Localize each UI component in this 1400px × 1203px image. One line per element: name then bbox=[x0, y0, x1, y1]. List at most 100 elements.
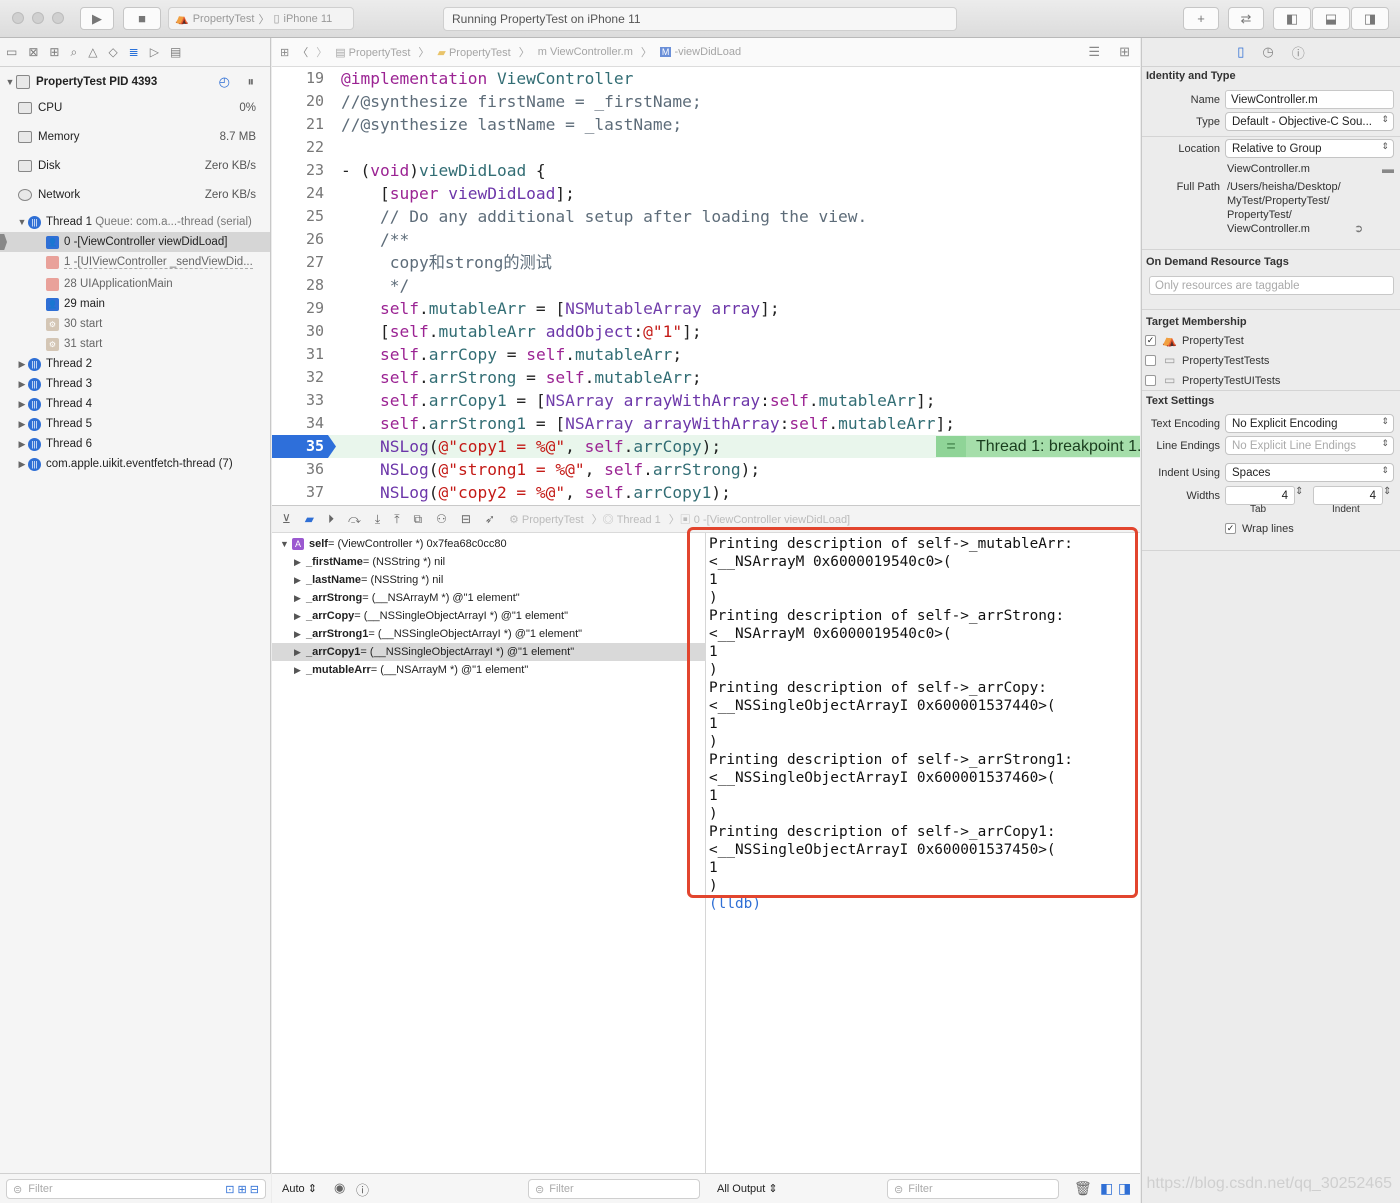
hide-debug-area-icon[interactable]: ⊻ bbox=[282, 512, 291, 526]
type-popup[interactable]: Default - Objective-C Sou... ⇕ bbox=[1225, 112, 1394, 131]
variable-row[interactable]: ▶ _lastName = (NSString *) nil bbox=[272, 571, 706, 589]
line-number[interactable]: 37 bbox=[272, 481, 324, 504]
reveal-arrow-icon[interactable]: ➲ bbox=[1354, 222, 1363, 235]
gauge-cpu[interactable]: CPU 0% bbox=[0, 98, 270, 118]
name-field[interactable]: ViewController.m bbox=[1225, 90, 1394, 109]
toggle-navigator-button[interactable]: ◧ bbox=[1273, 7, 1311, 30]
line-number[interactable]: 25 bbox=[272, 205, 324, 228]
test-icon[interactable]: ◇ bbox=[108, 45, 117, 59]
show-console-icon[interactable]: ◨ bbox=[1118, 1180, 1131, 1197]
code-line[interactable]: 28 */ bbox=[272, 274, 1140, 297]
code-line[interactable]: 29 self.mutableArr = [NSMutableArray arr… bbox=[272, 297, 1140, 320]
line-number[interactable]: 22 bbox=[272, 136, 324, 159]
location-popup[interactable]: Relative to Group ⇕ bbox=[1225, 139, 1394, 158]
disclosure-closed-icon[interactable]: ▶ bbox=[16, 439, 28, 450]
code-line[interactable]: 22 bbox=[272, 136, 1140, 159]
variables-filter-input[interactable]: ⊜ Filter bbox=[528, 1179, 700, 1199]
process-row[interactable]: ▼ PropertyTest PID 4393 ◴ ⏸ bbox=[0, 72, 270, 92]
disclosure-closed-icon[interactable]: ▶ bbox=[294, 593, 306, 604]
line-number[interactable]: 21 bbox=[272, 113, 324, 136]
variable-row[interactable]: ▶ _mutableArr = (__NSArrayM *) @"1 elemen… bbox=[272, 661, 706, 679]
stack-frame-31[interactable]: ⚙ 31 start bbox=[0, 334, 270, 354]
disclosure-closed-icon[interactable]: ▶ bbox=[294, 647, 306, 658]
eye-icon[interactable]: ◉ bbox=[334, 1180, 345, 1196]
report-icon[interactable]: ▤ bbox=[170, 45, 181, 59]
code-line[interactable]: 31 self.arrCopy = self.mutableArr; bbox=[272, 343, 1140, 366]
close-window-button[interactable] bbox=[12, 12, 24, 24]
target-checkbox[interactable]: ✓ bbox=[1145, 335, 1156, 346]
debug-navigator-icon[interactable]: ≣ bbox=[129, 45, 139, 59]
line-number[interactable]: 33 bbox=[272, 389, 324, 412]
debug-path-item[interactable]: 〉◎ Thread 1 bbox=[592, 511, 661, 527]
pause-icon[interactable]: ⏸ bbox=[248, 74, 255, 90]
trash-icon[interactable]: 🗑 bbox=[1074, 1180, 1092, 1197]
toggle-debug-area-button[interactable]: ⬓ bbox=[1312, 7, 1350, 30]
variables-scope-popup[interactable]: Auto ⇕ bbox=[282, 1182, 317, 1195]
line-number[interactable]: 20 bbox=[272, 90, 324, 113]
code-line[interactable]: 32 self.arrStrong = self.mutableArr; bbox=[272, 366, 1140, 389]
toggle-inspector-button[interactable]: ◨ bbox=[1351, 7, 1389, 30]
back-arrow-icon[interactable]: 〈 bbox=[297, 44, 308, 60]
gauge-memory[interactable]: Memory 8.7 MB bbox=[0, 127, 270, 147]
warning-icon[interactable]: △ bbox=[88, 45, 97, 59]
breakpoint-icon[interactable]: ▷ bbox=[150, 45, 159, 59]
variable-row[interactable]: ▶ _arrStrong = (__NSArrayM *) @"1 element… bbox=[272, 589, 706, 607]
line-number[interactable]: 19 bbox=[272, 67, 324, 90]
code-line[interactable]: 19 @implementation ViewController bbox=[272, 67, 1140, 90]
line-number[interactable]: 32 bbox=[272, 366, 324, 389]
simulate-location-icon[interactable]: ➶ bbox=[485, 512, 495, 526]
disclosure-open-icon[interactable]: ▼ bbox=[16, 217, 28, 227]
line-number[interactable]: 23 bbox=[272, 159, 324, 182]
wrap-lines-checkbox[interactable]: ✓ bbox=[1225, 523, 1236, 534]
run-button[interactable]: ▶ bbox=[80, 7, 114, 30]
variable-row[interactable]: ▶ _arrCopy1 = (__NSSingleObjectArrayI *) … bbox=[272, 643, 706, 661]
debug-path-item[interactable]: 〉▣ 0 -[ViewController viewDidLoad] bbox=[669, 511, 850, 527]
variable-row[interactable]: ▼ Aself = (ViewController *) 0x7fea68c0cc… bbox=[272, 535, 706, 553]
gauge-network[interactable]: Network Zero KB/s bbox=[0, 185, 270, 205]
code-line[interactable]: 26 /** bbox=[272, 228, 1140, 251]
jump-bar-item[interactable]: M -viewDidLoad bbox=[659, 46, 741, 58]
line-number[interactable]: 29 bbox=[272, 297, 324, 320]
minimize-window-button[interactable] bbox=[32, 12, 44, 24]
search-icon[interactable]: ⌕ bbox=[70, 45, 77, 60]
line-number[interactable]: 26 bbox=[272, 228, 324, 251]
disclosure-open-icon[interactable]: ▼ bbox=[4, 77, 16, 87]
symbol-icon[interactable]: ⊞ bbox=[49, 45, 59, 59]
code-line[interactable]: 23 - (void)viewDidLoad { bbox=[272, 159, 1140, 182]
indent-width-field[interactable]: 4 bbox=[1313, 486, 1383, 505]
source-control-icon[interactable]: ⊠ bbox=[28, 45, 38, 59]
thread-row[interactable]: ▶ ||| Thread 3 bbox=[0, 374, 270, 394]
folder-icon[interactable]: ▬ bbox=[1382, 162, 1394, 176]
scheme-selector[interactable]: ⛺ PropertyTest 〉 ▯ iPhone 11 bbox=[168, 7, 354, 30]
filter-options-icon[interactable]: ⊡ ⊞ ⊟ bbox=[225, 1183, 259, 1196]
thread-row[interactable]: ▶ ||| Thread 5 bbox=[0, 414, 270, 434]
file-inspector-icon[interactable]: ▯ bbox=[1237, 44, 1244, 60]
forward-arrow-icon[interactable]: 〉 bbox=[316, 44, 327, 60]
jump-bar-item[interactable]: ▤ PropertyTest bbox=[335, 46, 410, 59]
code-line[interactable]: 33 self.arrCopy1 = [NSArray arrayWithArr… bbox=[272, 389, 1140, 412]
step-out-icon[interactable]: ⤒ bbox=[394, 512, 399, 527]
code-line[interactable]: 27 copy和strong的测试 bbox=[272, 251, 1140, 274]
history-icon[interactable]: ◷ bbox=[1262, 44, 1273, 60]
code-line[interactable]: 25 // Do any additional setup after load… bbox=[272, 205, 1140, 228]
console-filter-input[interactable]: ⊜ Filter bbox=[887, 1179, 1059, 1199]
gauge-icon[interactable]: ◴ bbox=[219, 74, 230, 90]
navigator-filter-input[interactable]: ⊜ Filter ⊡ ⊞ ⊟ bbox=[6, 1179, 266, 1199]
source-editor[interactable]: 19 @implementation ViewController 20 //@syn… bbox=[272, 67, 1140, 505]
code-line[interactable]: 24 [super viewDidLoad]; bbox=[272, 182, 1140, 205]
stack-frame-1[interactable]: 1 -[UIViewController _sendViewDid... bbox=[0, 252, 270, 272]
disclosure-closed-icon[interactable]: ▶ bbox=[16, 459, 28, 470]
line-number[interactable]: 31 bbox=[272, 343, 324, 366]
line-number[interactable]: 27 bbox=[272, 251, 324, 274]
disclosure-closed-icon[interactable]: ▶ bbox=[16, 399, 28, 410]
breakpoints-toggle-icon[interactable]: ▰ bbox=[305, 512, 314, 526]
disclosure-closed-icon[interactable]: ▶ bbox=[294, 665, 306, 676]
code-line[interactable]: 30 [self.mutableArr addObject:@"1"]; bbox=[272, 320, 1140, 343]
code-line[interactable]: 37 NSLog(@"copy2 = %@", self.arrCopy1); bbox=[272, 481, 1140, 504]
disclosure-closed-icon[interactable]: ▶ bbox=[16, 419, 28, 430]
folder-icon[interactable]: ▭ bbox=[6, 45, 17, 59]
add-editor-icon[interactable]: ⊞ bbox=[1119, 44, 1130, 60]
lldb-prompt[interactable]: (lldb) bbox=[709, 895, 761, 913]
disclosure-closed-icon[interactable]: ▶ bbox=[16, 359, 28, 370]
tab-width-stepper[interactable]: ⇕ bbox=[1295, 486, 1303, 497]
